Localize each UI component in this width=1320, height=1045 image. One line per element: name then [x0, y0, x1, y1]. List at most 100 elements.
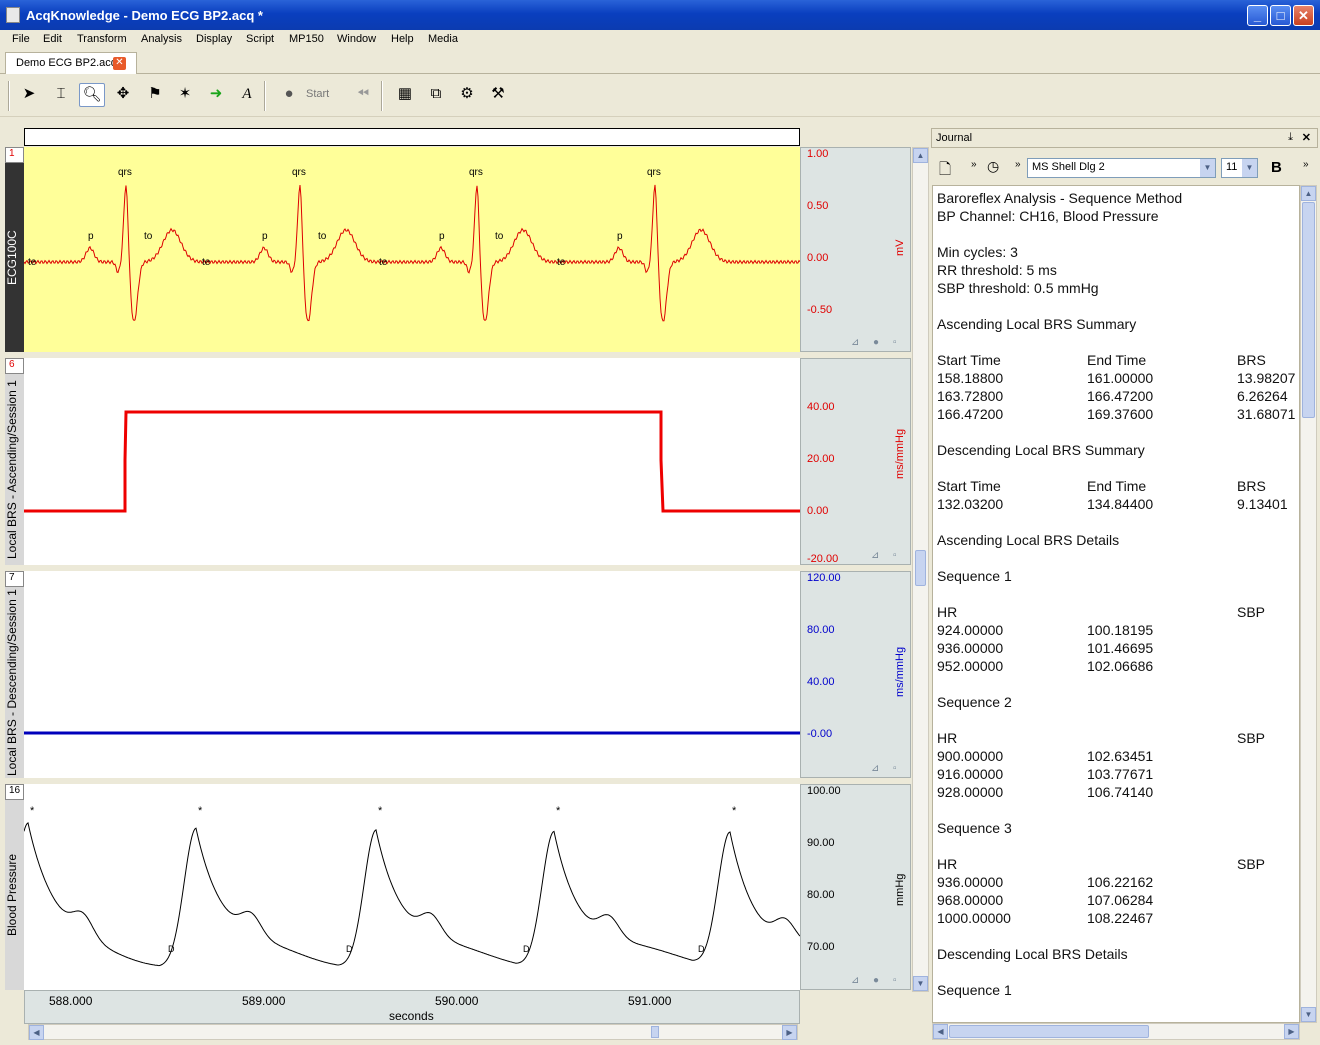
ecg-plot[interactable]: qrs p te to qrs p te to qrs p te to qrs p te [24, 147, 800, 352]
scroll-left-icon[interactable]: ◀ [933, 1024, 948, 1039]
close-button[interactable]: ✕ [1293, 5, 1314, 26]
scroll-thumb[interactable] [949, 1025, 1149, 1038]
scroll-right-icon[interactable]: ▶ [782, 1025, 797, 1040]
graph-horizontal-scrollbar[interactable]: ◀ ▶ [28, 1024, 798, 1040]
blood-pressure-scale[interactable]: 100.00 90.00 80.00 70.00 mmHg ⊿ ● ▫ [800, 784, 911, 990]
channel-label-6[interactable]: 6 Local BRS - Ascending/Session 1 [5, 358, 24, 565]
arrow-tool-icon[interactable]: ➤ [16, 83, 42, 107]
settings-gear-icon[interactable]: ⚙ [454, 83, 480, 107]
measurement-bar[interactable] [24, 128, 800, 146]
overflow-icon[interactable]: » [1303, 159, 1309, 170]
journal-cell: HR [937, 730, 958, 746]
menu-edit[interactable]: Edit [43, 33, 62, 45]
dock-icon[interactable]: ⤓ [1288, 131, 1293, 144]
menu-file[interactable]: File [12, 33, 30, 45]
scroll-up-icon[interactable]: ▲ [1301, 186, 1316, 201]
info-icon[interactable]: ● [873, 975, 879, 986]
time-axis[interactable]: 588.000 589.000 590.000 591.000 seconds [24, 990, 800, 1024]
autoscale-icon[interactable]: ⊿ [851, 975, 859, 986]
add-channel-icon[interactable]: ⧉ [423, 83, 449, 107]
journal-cell: 936.00000 [937, 640, 1004, 656]
scroll-down-icon[interactable]: ▼ [913, 976, 928, 991]
new-document-icon[interactable]: 🗋 [939, 159, 951, 184]
menu-transform[interactable]: Transform [77, 33, 127, 45]
font-size-value: 11 [1226, 161, 1238, 173]
scale-tick: 0.50 [807, 200, 829, 212]
autoscale-icon[interactable]: ⊿ [871, 763, 879, 774]
rewind-icon[interactable]: ⏪︎ [350, 83, 376, 107]
local-brs-descending-plot[interactable] [24, 571, 800, 778]
scroll-down-icon[interactable]: ▼ [1301, 1007, 1316, 1022]
overflow-icon[interactable]: » [971, 159, 977, 170]
scroll-thumb[interactable] [915, 550, 926, 586]
minimize-button[interactable]: _ [1247, 5, 1268, 26]
journal-vertical-scrollbar[interactable]: ▲ ▼ [1300, 185, 1317, 1023]
lock-icon[interactable]: ▫ [893, 550, 897, 561]
local-brs-descending-scale[interactable]: 120.00 80.00 40.00 -0.00 ms/mmHg ⊿ ▫ [800, 571, 911, 778]
go-arrow-icon[interactable]: ➜ [203, 83, 229, 107]
event-tool-icon[interactable]: ✶ [172, 83, 198, 107]
local-brs-ascending-plot[interactable] [24, 358, 800, 565]
te-marker: te [202, 257, 211, 268]
zoom-tool-icon[interactable]: 🔍︎ [79, 83, 105, 107]
close-journal-icon[interactable]: ✕ [1302, 131, 1311, 144]
lock-icon[interactable]: ▫ [893, 975, 897, 986]
ecg-scale[interactable]: 1.00 0.50 0.00 -0.50 mV ⊿ ● ▫ [800, 147, 911, 352]
channel-label-7[interactable]: 7 Local BRS - Descending/Session 1 [5, 571, 24, 778]
journal-cell: 163.72800 [937, 388, 1004, 404]
autoscale-icon[interactable]: ⊿ [871, 550, 879, 561]
journal-cell: 134.84400 [1087, 496, 1154, 512]
toolbar: ➤ ⌶ 🔍︎ ✥ ⚑ ✶ ➜ A ● Start ⏪︎ ▦ ⧉ ⚙ ⚒ [0, 75, 1320, 117]
lock-icon[interactable]: ▫ [893, 337, 897, 348]
info-icon[interactable]: ● [873, 337, 879, 348]
journal-horizontal-scrollbar[interactable]: ◀ ▶ [932, 1023, 1300, 1040]
document-tab[interactable]: Demo ECG BP2.acq ✕ [5, 52, 137, 74]
journal-cell: 968.00000 [937, 892, 1004, 908]
te-marker: te [28, 257, 37, 268]
scroll-thumb[interactable] [1302, 202, 1315, 418]
scroll-left-icon[interactable]: ◀ [29, 1025, 44, 1040]
journal-cell: 916.00000 [937, 766, 1004, 782]
font-select[interactable]: MS Shell Dlg 2 ▼ [1027, 158, 1216, 178]
autoscale-icon[interactable]: ⊿ [851, 337, 859, 348]
maximize-button[interactable]: □ [1270, 5, 1291, 26]
i-beam-tool-icon[interactable]: ⌶ [48, 83, 74, 107]
event-flag-icon[interactable]: ⚑ [142, 83, 168, 107]
trough-marker: D [698, 944, 705, 954]
tools-icon[interactable]: ⚒ [485, 83, 511, 107]
grid-icon[interactable]: ▦ [392, 83, 418, 107]
start-button[interactable]: Start [306, 88, 329, 100]
journal-cell: Descending Local BRS Details [937, 946, 1128, 962]
journal-line: 900.00000 102.63451 [937, 748, 1299, 766]
local-brs-ascending-scale[interactable]: 40.00 20.00 0.00 -20.00 ms/mmHg ⊿ ▫ [800, 358, 911, 565]
pan-tool-icon[interactable]: ✥ [110, 83, 136, 107]
scroll-up-icon[interactable]: ▲ [913, 148, 928, 163]
p-marker: p [88, 231, 94, 242]
bold-button[interactable]: B [1271, 159, 1282, 176]
scale-tick: 80.00 [807, 624, 835, 636]
menu-media[interactable]: Media [428, 33, 458, 45]
clock-icon[interactable]: ◷ [987, 158, 999, 175]
graph-vertical-scrollbar[interactable]: ▲ ▼ [912, 147, 929, 992]
menu-analysis[interactable]: Analysis [141, 33, 182, 45]
journal-line [937, 838, 1299, 856]
menu-help[interactable]: Help [391, 33, 414, 45]
blood-pressure-plot[interactable]: * * * * * D D D D [24, 784, 800, 990]
scroll-right-icon[interactable]: ▶ [1284, 1024, 1299, 1039]
annotate-tool-icon[interactable]: A [234, 83, 260, 107]
menu-mp150[interactable]: MP150 [289, 33, 324, 45]
overflow-icon[interactable]: » [1015, 159, 1021, 170]
scroll-thumb[interactable] [651, 1026, 659, 1038]
journal-text-area[interactable]: Baroreflex Analysis - Sequence Method BP … [932, 185, 1300, 1023]
menu-script[interactable]: Script [246, 33, 274, 45]
menu-display[interactable]: Display [196, 33, 232, 45]
close-tab-icon[interactable]: ✕ [113, 57, 126, 70]
lock-icon[interactable]: ▫ [893, 763, 897, 774]
font-size-select[interactable]: 11 ▼ [1221, 158, 1258, 178]
channel-label-16[interactable]: 16 Blood Pressure [5, 784, 24, 990]
journal-cell: 132.03200 [937, 496, 1004, 512]
record-icon[interactable]: ● [276, 83, 302, 107]
menu-window[interactable]: Window [337, 33, 376, 45]
channel-label-1[interactable]: 1 ECG100C [5, 147, 24, 352]
journal-cell: SBP threshold: 0.5 mmHg [937, 280, 1099, 296]
